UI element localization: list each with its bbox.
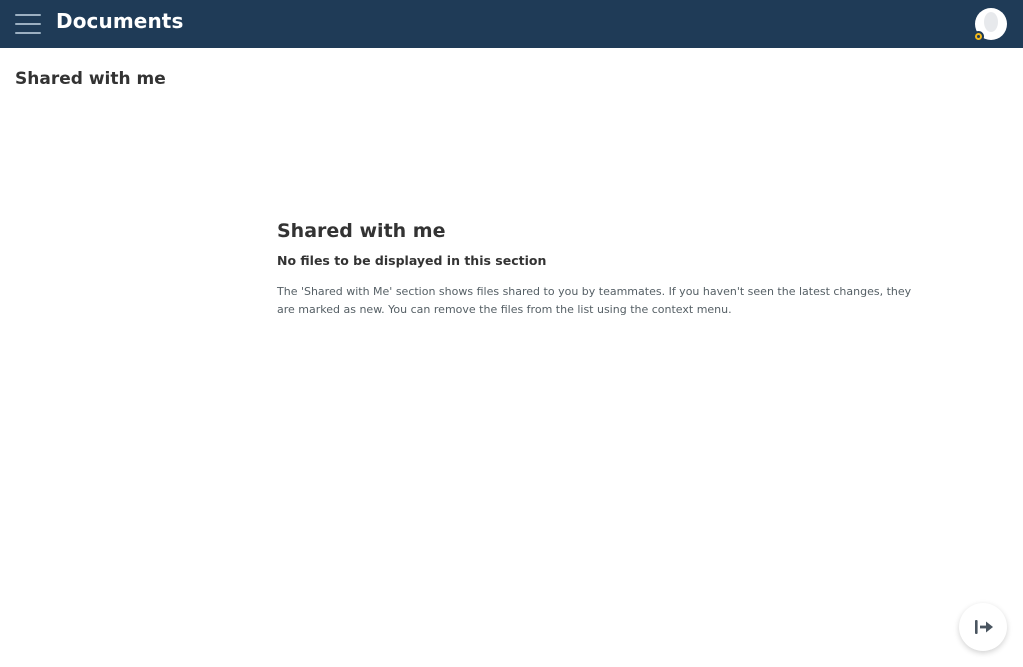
empty-state-subtitle: No files to be displayed in this section — [277, 253, 547, 268]
top-bar: Documents — [0, 0, 1023, 48]
empty-state: Shared with me No files to be displayed … — [277, 219, 917, 319]
collapse-panel-button[interactable] — [959, 603, 1007, 651]
empty-state-title: Shared with me — [277, 220, 446, 242]
avatar-silhouette-icon — [984, 12, 998, 32]
menu-line — [15, 23, 41, 25]
collapse-to-right-icon — [975, 620, 993, 634]
page-title: Shared with me — [15, 69, 166, 89]
menu-line — [15, 14, 41, 16]
hamburger-menu-icon[interactable] — [14, 11, 42, 37]
menu-line — [15, 32, 41, 34]
app-title: Documents — [56, 9, 184, 33]
notification-badge-icon — [973, 31, 984, 42]
empty-state-description: The 'Shared with Me' section shows files… — [277, 285, 912, 316]
